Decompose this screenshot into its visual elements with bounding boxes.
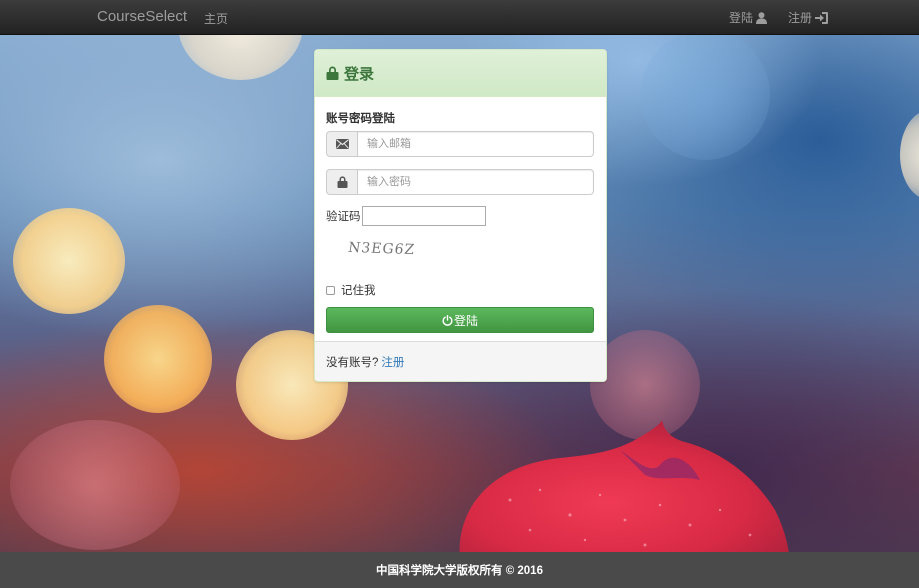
captcha-text: N3EG6Z [347,239,417,259]
bokeh-light [900,110,919,200]
captcha-label: 验证码 [326,211,361,223]
top-navbar: CourseSelect 主页 登陆 注册 [0,0,919,35]
nav-register-link[interactable]: 注册 [788,9,829,26]
captcha-image[interactable]: N3EG6Z [347,234,418,264]
panel-footer: 没有账号? 注册 [315,341,606,381]
section-label: 账号密码登陆 [326,113,395,125]
power-off-icon [442,314,453,326]
flower-image [459,420,790,560]
copyright-text: 中国科学院大学版权所有 © 2016 [376,565,543,577]
nav-login-link[interactable]: 登陆 [729,9,768,26]
brand-link[interactable]: CourseSelect [97,8,187,25]
nav-register-label: 注册 [788,11,813,25]
captcha-input[interactable] [361,206,486,226]
remember-me-row: 记住我 [326,282,595,298]
register-link[interactable]: 注册 [381,354,404,370]
password-input[interactable] [357,169,594,195]
panel-heading: 登录 [315,50,606,97]
no-account-text: 没有账号? [326,356,379,369]
remember-me-checkbox[interactable] [326,285,335,295]
lock-icon [337,176,347,188]
bokeh-light [10,420,180,550]
login-panel: 登录 账号密码登陆 验证码 [314,49,607,382]
email-input-group [326,131,594,157]
captcha-row: 验证码 [326,206,595,226]
password-addon [326,169,357,195]
page-footer: 中国科学院大学版权所有 © 2016 [0,552,919,588]
password-input-group [326,169,594,195]
user-icon [756,11,768,24]
bokeh-light [13,208,125,314]
email-addon [326,131,357,157]
bokeh-light [640,30,770,160]
email-input[interactable] [357,131,594,157]
login-button-label: 登陆 [453,313,478,328]
panel-title: 登录 [344,65,375,83]
remember-me-label: 记住我 [341,285,376,297]
nav-login-label: 登陆 [729,11,754,25]
log-in-icon [815,11,829,24]
envelope-icon [335,139,349,149]
login-button[interactable]: 登陆 [326,307,594,333]
nav-home-link[interactable]: 主页 [204,10,228,27]
lock-icon [326,66,339,80]
bokeh-light [104,305,212,413]
panel-body: 账号密码登陆 验证码 [315,97,606,343]
